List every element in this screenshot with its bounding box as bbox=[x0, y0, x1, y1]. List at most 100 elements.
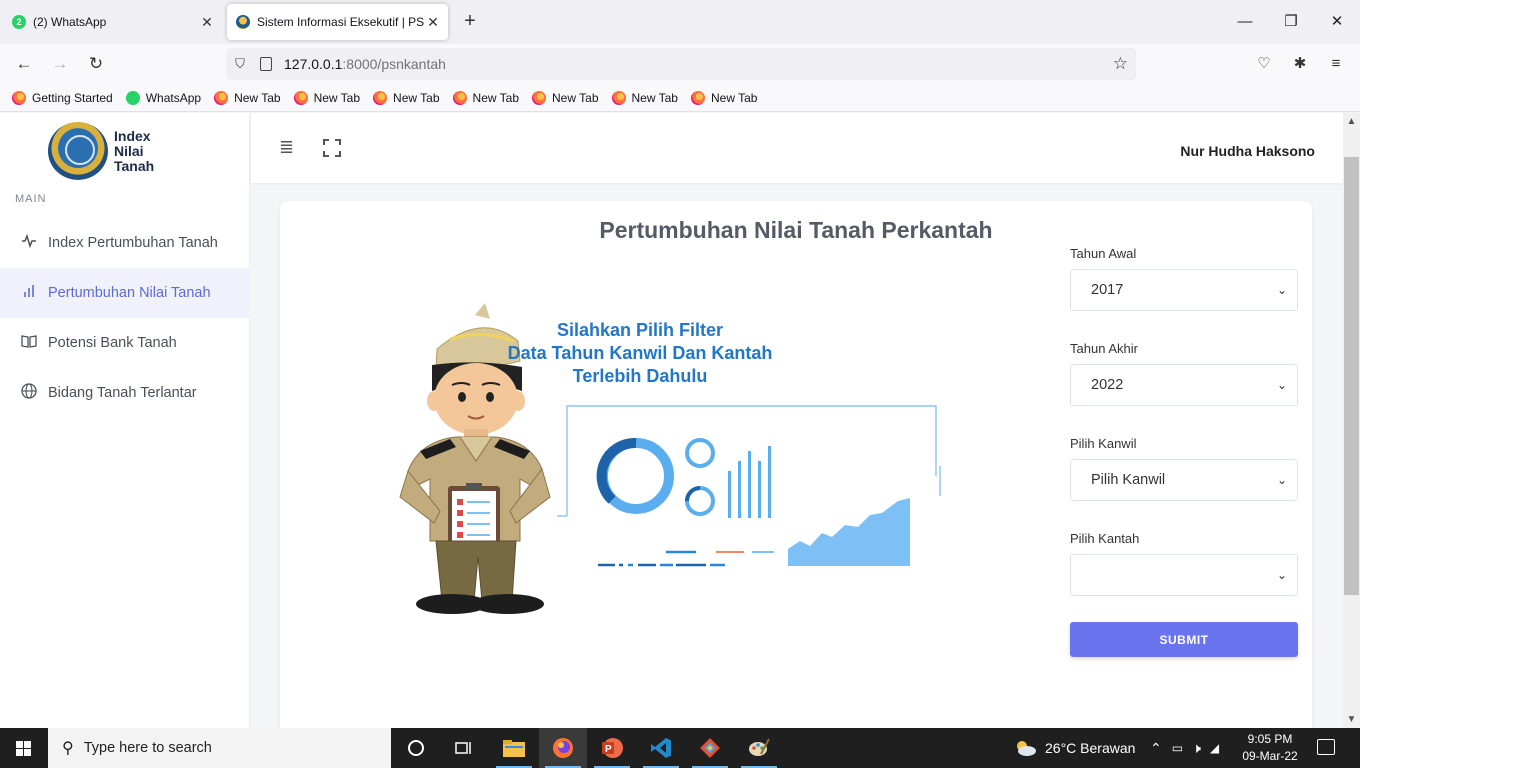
weather-text: 26°C Berawan bbox=[1045, 740, 1136, 756]
close-tab-icon[interactable]: ✕ bbox=[424, 14, 442, 31]
firefox-icon bbox=[12, 90, 26, 105]
shield-icon[interactable]: ⛉ bbox=[232, 56, 248, 72]
atr-emblem-icon bbox=[48, 122, 108, 180]
bookmark-item[interactable]: Getting Started bbox=[12, 90, 113, 105]
tahun-awal-select[interactable]: 2017 ⌄ bbox=[1070, 269, 1298, 311]
maximize-button[interactable]: ❐ bbox=[1277, 8, 1305, 36]
firefox-icon bbox=[690, 90, 705, 105]
clock-time: 9:05 PM bbox=[1247, 732, 1293, 746]
bookmark-item[interactable]: WhatsApp bbox=[125, 90, 202, 105]
kanwil-select[interactable]: Pilih Kanwil ⌄ bbox=[1070, 459, 1298, 501]
book-icon bbox=[20, 334, 38, 352]
logo-line: Index bbox=[114, 127, 151, 144]
tab-sistem-informasi[interactable]: Sistem Informasi Eksekutif | PSN ✕ bbox=[227, 4, 448, 40]
reload-button[interactable]: ↻ bbox=[82, 50, 110, 78]
hamburger-menu-icon[interactable]: ≣ bbox=[279, 138, 299, 156]
bookmark-label: New Tab bbox=[393, 90, 440, 105]
top-bar: ≣ Nur Hudha Haksono bbox=[251, 113, 1343, 183]
bookmark-item[interactable]: New Tab bbox=[293, 90, 361, 105]
page-icon bbox=[260, 57, 272, 71]
svg-text:P: P bbox=[605, 744, 612, 755]
submit-button[interactable]: SUBMIT bbox=[1070, 622, 1298, 657]
illustration-message: Silahkan Pilih Filter Data Tahun Kanwil … bbox=[480, 319, 800, 388]
firefox-icon bbox=[293, 90, 308, 105]
powerpoint-icon[interactable]: P bbox=[588, 728, 636, 768]
browser-toolbar: ← → ↻ ⛉ 127.0.0.1:8000/psnkantah ☆ ♡ ✱ ≡ bbox=[0, 44, 1360, 84]
scroll-down-arrow-icon[interactable]: ▼ bbox=[1343, 711, 1360, 728]
task-view-icon[interactable] bbox=[440, 728, 488, 768]
sidebar-item-label: Potensi Bank Tanah bbox=[48, 335, 177, 351]
forward-button[interactable]: → bbox=[46, 50, 74, 78]
sidebar-item-label: Index Pertumbuhan Tanah bbox=[48, 235, 218, 251]
extension-icon[interactable]: ✱ bbox=[1290, 54, 1310, 74]
windows-logo-icon bbox=[16, 741, 31, 756]
notification-center-icon[interactable] bbox=[1317, 739, 1335, 755]
bookmark-item[interactable]: New Tab bbox=[452, 90, 519, 105]
firefox-taskbar-icon[interactable] bbox=[539, 728, 587, 768]
battery-icon[interactable]: ▭ bbox=[1172, 741, 1183, 755]
bookmark-item[interactable]: New Tab bbox=[532, 90, 599, 105]
sidebar-item-index-pertumbuhan[interactable]: Index Pertumbuhan Tanah bbox=[0, 218, 250, 268]
network-icon[interactable]: ◢ bbox=[1210, 741, 1219, 755]
kantah-select[interactable]: ⌄ bbox=[1070, 554, 1298, 596]
tahun-awal-label: Tahun Awal bbox=[1070, 246, 1137, 261]
new-tab-button[interactable]: + bbox=[458, 10, 482, 34]
minimize-button[interactable]: — bbox=[1231, 8, 1259, 36]
scroll-up-arrow-icon[interactable]: ▲ bbox=[1343, 113, 1360, 130]
bookmark-label: New Tab bbox=[313, 90, 361, 105]
bookmark-label: WhatsApp bbox=[145, 90, 202, 105]
git-tool-icon[interactable] bbox=[686, 728, 734, 768]
menu-icon[interactable]: ≡ bbox=[1326, 54, 1346, 74]
bookmark-label: New Tab bbox=[552, 90, 599, 105]
vscode-icon[interactable] bbox=[637, 728, 685, 768]
page-title: Pertumbuhan Nilai Tanah Perkantah bbox=[599, 217, 993, 243]
pocket-icon[interactable]: ♡ bbox=[1254, 54, 1274, 74]
url-path: :8000/psnkantah bbox=[342, 56, 446, 72]
tab-whatsapp[interactable]: 2 (2) WhatsApp ✕ bbox=[0, 4, 222, 40]
system-tray-icons[interactable]: ⌃ ▭ 🕨 ◢ bbox=[1150, 728, 1219, 768]
bookmark-item[interactable]: New Tab bbox=[214, 90, 281, 105]
sidebar-item-potensi-bank[interactable]: Potensi Bank Tanah bbox=[0, 318, 250, 368]
taskbar-search[interactable]: ⚲ Type here to search bbox=[48, 728, 391, 768]
bookmarks-bar: Getting Started WhatsApp New Tab New Tab… bbox=[0, 84, 1360, 112]
bookmark-star-icon[interactable]: ☆ bbox=[1113, 54, 1128, 74]
windows-taskbar: ⚲ Type here to search P 26°C Berawan ⌃ ▭… bbox=[0, 728, 1360, 768]
bookmark-item[interactable]: New Tab bbox=[611, 90, 678, 105]
tab-title: (2) WhatsApp bbox=[33, 15, 107, 29]
bookmark-item[interactable]: New Tab bbox=[690, 90, 757, 105]
sidebar: Index Nilai Tanah MAIN Index Pertumbuhan… bbox=[0, 113, 250, 728]
chevron-down-icon: ⌄ bbox=[1276, 568, 1287, 582]
firefox-icon bbox=[532, 90, 547, 105]
bar-chart-icon bbox=[20, 284, 38, 302]
app-logo[interactable]: Index Nilai Tanah bbox=[48, 121, 208, 181]
search-icon: ⚲ bbox=[62, 740, 74, 757]
start-button[interactable] bbox=[0, 728, 48, 768]
sidebar-item-bidang-terlantar[interactable]: Bidang Tanah Terlantar bbox=[0, 368, 250, 418]
url-bar[interactable]: ⛉ 127.0.0.1:8000/psnkantah ☆ bbox=[226, 48, 1136, 80]
back-button[interactable]: ← bbox=[10, 50, 38, 78]
paint-icon[interactable] bbox=[735, 728, 783, 768]
sidebar-item-pertumbuhan-nilai[interactable]: Pertumbuhan Nilai Tanah bbox=[0, 268, 250, 318]
user-name[interactable]: Nur Hudha Haksono bbox=[1180, 143, 1315, 159]
cortana-icon[interactable] bbox=[392, 728, 440, 768]
message-line: Silahkan Pilih Filter bbox=[556, 320, 724, 340]
message-line: Data Tahun Kanwil Dan Kantah bbox=[507, 343, 773, 363]
close-tab-icon[interactable]: ✕ bbox=[198, 14, 216, 31]
web-page: Index Nilai Tanah MAIN Index Pertumbuhan… bbox=[0, 113, 1343, 728]
weather-widget[interactable]: 26°C Berawan bbox=[1013, 728, 1135, 768]
scrollbar-thumb[interactable] bbox=[1344, 157, 1359, 595]
message-line: Terlebih Dahulu bbox=[572, 366, 708, 386]
bookmark-label: New Tab bbox=[631, 90, 678, 105]
fullscreen-icon[interactable] bbox=[323, 139, 341, 157]
sidebar-item-label: Pertumbuhan Nilai Tanah bbox=[48, 285, 211, 301]
bookmark-item[interactable]: New Tab bbox=[373, 90, 440, 105]
file-explorer-icon[interactable] bbox=[490, 728, 538, 768]
cloudy-weather-icon bbox=[1017, 741, 1036, 756]
clock[interactable]: 9:05 PM 09-Mar-22 bbox=[1240, 731, 1300, 765]
filter-form: Tahun Awal 2017 ⌄ Tahun Akhir 2022 ⌄ Pil… bbox=[1070, 246, 1300, 657]
volume-muted-icon[interactable]: 🕨 bbox=[1192, 740, 1201, 757]
tahun-akhir-select[interactable]: 2022 ⌄ bbox=[1070, 364, 1298, 406]
chevron-up-icon[interactable]: ⌃ bbox=[1150, 740, 1162, 757]
kantah-label: Pilih Kantah bbox=[1070, 531, 1140, 546]
close-window-button[interactable]: ✕ bbox=[1323, 8, 1351, 36]
